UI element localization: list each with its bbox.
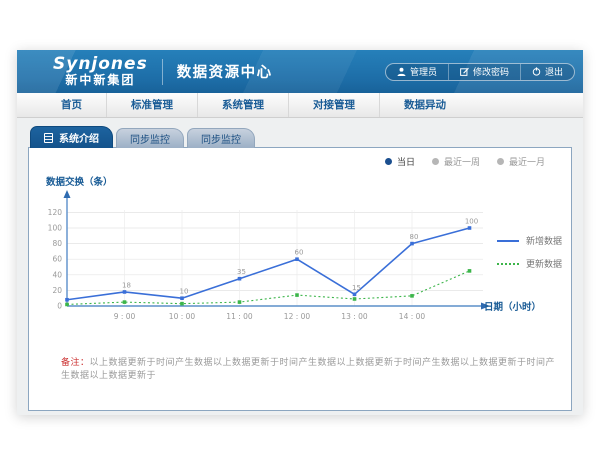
range-option-today[interactable]: 当日	[385, 155, 415, 168]
dotted-line-icon	[497, 263, 519, 265]
nav-item-interface[interactable]: 对接管理	[288, 93, 379, 117]
range-option-last-month[interactable]: 最近一月	[497, 155, 545, 168]
nav-item-system[interactable]: 系统管理	[197, 93, 288, 117]
legend-label: 新增数据	[526, 234, 562, 247]
user-button[interactable]: 管理员	[386, 64, 448, 80]
main-nav: 首页 标准管理 系统管理 对接管理 数据异动	[17, 93, 583, 118]
svg-text:80: 80	[52, 239, 62, 248]
svg-text:20: 20	[52, 286, 62, 295]
logo-text-en: Synjones	[53, 56, 148, 74]
tab-sync-monitor-2[interactable]: 同步监控	[187, 128, 255, 148]
svg-text:15: 15	[352, 284, 361, 292]
person-icon	[397, 67, 406, 76]
svg-text:18: 18	[122, 281, 131, 289]
line-chart-svg: 0 20 40 60 80 100 120 9 : 00 10 : 00 11 : 00 12 : …	[39, 188, 499, 338]
svg-text:100: 100	[465, 218, 478, 226]
power-icon	[532, 67, 541, 76]
radio-dot-icon	[497, 158, 504, 165]
range-option-last-week[interactable]: 最近一周	[432, 155, 480, 168]
chart-panel: 当日 最近一周 最近一月 数据交换（条） 0 20 40 60 80 100 120 9 : …	[28, 147, 572, 411]
company-logo: Synjones 新中新集团	[53, 56, 148, 86]
svg-text:11 : 00: 11 : 00	[226, 312, 253, 321]
svg-text:0: 0	[57, 302, 62, 311]
legend-item-new-data: 新增数据	[497, 234, 562, 247]
line-chart: 0 20 40 60 80 100 120 9 : 00 10 : 00 11 : 00 12 : …	[39, 188, 499, 338]
svg-text:60: 60	[52, 255, 62, 264]
user-toolbar: 管理员 修改密码 退出	[385, 63, 575, 81]
tab-sync-monitor-1[interactable]: 同步监控	[116, 128, 184, 148]
note-text: 以上数据更新于时间产生数据以上数据更新于时间产生数据以上数据更新于时间产生数据以…	[61, 358, 555, 381]
y-axis-label: 数据交换（条）	[46, 174, 113, 188]
tab-label: 同步监控	[201, 131, 241, 146]
range-label: 最近一月	[509, 155, 545, 168]
svg-text:120: 120	[48, 208, 63, 217]
range-label: 当日	[397, 155, 415, 168]
content-area: 系统介绍 同步监控 同步监控 当日 最近一周	[17, 118, 583, 415]
tab-bar: 系统介绍 同步监控 同步监控	[30, 126, 255, 148]
header-divider	[162, 59, 163, 85]
svg-text:35: 35	[237, 268, 246, 276]
svg-text:100: 100	[48, 224, 63, 233]
svg-text:80: 80	[410, 233, 419, 241]
svg-text:10: 10	[180, 288, 189, 296]
legend-label: 更新数据	[526, 257, 562, 270]
header: Synjones 新中新集团 数据资源中心 管理员 修改密码	[17, 50, 583, 93]
series-legend: 新增数据 更新数据	[497, 234, 562, 280]
change-password-label: 修改密码	[473, 65, 509, 78]
footer-note: 备注：以上数据更新于时间产生数据以上数据更新于时间产生数据以上数据更新于时间产生…	[61, 355, 557, 381]
nav-item-home[interactable]: 首页	[37, 93, 106, 117]
svg-text:10 : 00: 10 : 00	[169, 312, 196, 321]
svg-text:14 : 00: 14 : 00	[399, 312, 426, 321]
change-password-button[interactable]: 修改密码	[448, 64, 520, 80]
svg-text:60: 60	[295, 249, 304, 257]
legend-item-update-data: 更新数据	[497, 257, 562, 270]
tab-system-intro[interactable]: 系统介绍	[30, 126, 113, 148]
app-window: Synjones 新中新集团 数据资源中心 管理员 修改密码	[17, 50, 583, 415]
svg-text:9 : 00: 9 : 00	[114, 312, 136, 321]
svg-text:12 : 00: 12 : 00	[284, 312, 311, 321]
nav-item-standards[interactable]: 标准管理	[106, 93, 197, 117]
svg-text:40: 40	[52, 270, 62, 279]
radio-dot-icon	[432, 158, 439, 165]
nav-item-changes[interactable]: 数据异动	[379, 93, 470, 117]
solid-line-icon	[497, 240, 519, 242]
x-axis-label: 日期（小时）	[484, 299, 541, 313]
page-title: 数据资源中心	[177, 61, 273, 82]
tab-label: 系统介绍	[59, 130, 99, 145]
svg-text:13 : 00: 13 : 00	[341, 312, 368, 321]
user-label: 管理员	[410, 65, 437, 78]
logout-button[interactable]: 退出	[520, 64, 574, 80]
radio-dot-icon	[385, 158, 392, 165]
logout-label: 退出	[545, 65, 563, 78]
edit-icon	[460, 67, 469, 76]
logo-text-cn: 新中新集团	[53, 74, 148, 87]
document-icon	[44, 133, 53, 143]
note-prefix: 备注：	[61, 358, 90, 368]
time-range-selector: 当日 最近一周 最近一月	[385, 155, 545, 168]
range-label: 最近一周	[444, 155, 480, 168]
tab-label: 同步监控	[130, 131, 170, 146]
